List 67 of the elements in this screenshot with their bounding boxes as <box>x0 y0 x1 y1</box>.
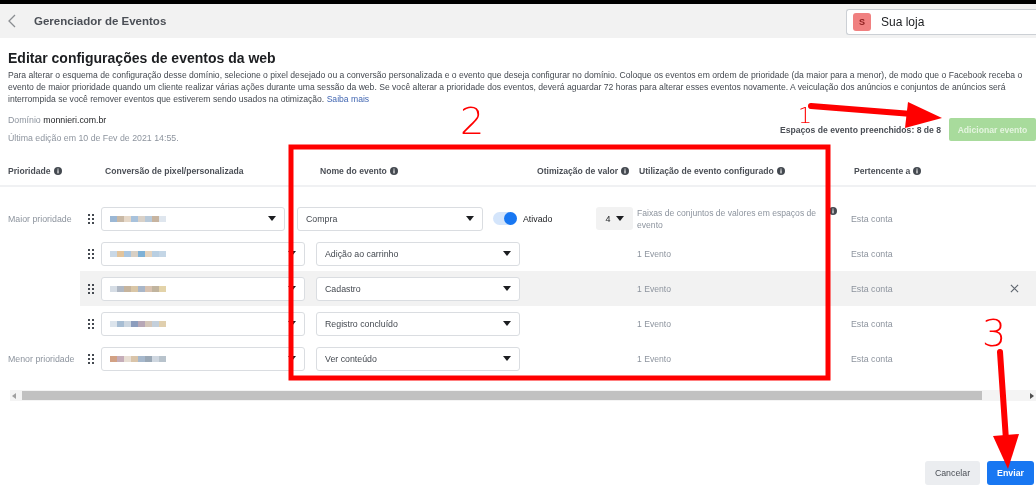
section-title: Editar configurações de eventos da web <box>8 50 277 66</box>
store-name: Sua loja <box>881 15 925 29</box>
scroll-right-icon[interactable] <box>1030 392 1034 399</box>
usage-text: 1 Evento <box>637 352 672 365</box>
blurred-value <box>110 215 166 222</box>
column-header: Otimização de valor <box>537 166 619 176</box>
caret-icon <box>503 356 511 361</box>
store-avatar: S <box>853 13 871 31</box>
last-edit-text: Última edição em 10 de Fev de 2021 14:55. <box>8 133 179 143</box>
drag-handle-icon[interactable] <box>88 318 94 329</box>
horizontal-scrollbar[interactable] <box>10 390 1036 401</box>
owner-text: Esta conta <box>851 318 894 329</box>
blurred-value <box>110 250 166 257</box>
back-icon[interactable] <box>8 14 16 28</box>
domain-label: Domínio monnieri.com.br <box>8 115 108 125</box>
usage-text: 1 Evento <box>637 247 672 260</box>
usage-text: Faixas de conjuntos de valores em espaços de evento <box>637 206 818 231</box>
caret-icon <box>503 251 511 256</box>
description: Para alterar o esquema de configuração desse domínio, selecione o pixel desejado ou a conversão personalizada e o evento que deseja configurar no domínio. Coloque os eventos em ordem de prioridade (da maior para a menor), de modo que o Facebook receba o evento de maior prioridade quando um cliente realizar várias ações durante uma sessão da web. Se você alterar a prioridade dos eventos, deverá aguardar 72 horas para alterar esses eventos novamente. A veiculação dos anúncios e conjuntos de anúncios será interrompida se você remover eventos que estiverem sendo usados na otimização. Saiba mais <box>8 69 1024 105</box>
page-title: Gerenciador de Eventos <box>34 15 167 27</box>
annotation-number: 2 <box>460 102 485 140</box>
column-header: Nome do evento <box>320 166 387 176</box>
pixel-dropdown[interactable] <box>101 276 305 301</box>
owner-text: Esta conta <box>851 213 894 224</box>
cancel-button[interactable]: Cancelar <box>924 461 981 485</box>
column-header: Prioridade <box>8 166 51 176</box>
drag-handle-icon[interactable] <box>88 248 94 259</box>
priority-label: Maior prioridade <box>7 213 73 224</box>
annotation-number: 3 <box>982 314 1007 352</box>
drag-handle-icon[interactable] <box>88 213 94 224</box>
pixel-dropdown[interactable] <box>101 346 305 371</box>
pixel-dropdown[interactable] <box>101 241 305 266</box>
owner-text: Esta conta <box>851 248 894 259</box>
caret-icon <box>503 286 511 291</box>
toggle-switch[interactable] <box>493 212 517 225</box>
column-header: Conversão de pixel/personalizada <box>105 166 244 176</box>
blurred-value <box>110 355 166 362</box>
priority-label: Menor prioridade <box>7 353 76 364</box>
column-header: Utilização de evento configurado <box>639 166 774 176</box>
event-dropdown[interactable]: Registro concluído <box>316 311 520 336</box>
annotation-number: 1 <box>798 106 812 125</box>
event-dropdown[interactable]: Ver conteúdo <box>316 346 520 371</box>
drag-handle-icon[interactable] <box>88 353 94 364</box>
toggle-label: Ativado <box>523 213 553 224</box>
owner-text: Esta conta <box>851 353 894 364</box>
caret-icon <box>615 216 624 221</box>
store-selector[interactable]: S Sua loja <box>846 9 1036 35</box>
close-icon[interactable] <box>1010 284 1019 293</box>
usage-text: 1 Evento <box>637 282 672 295</box>
submit-button[interactable]: Enviar <box>987 461 1034 485</box>
caret-icon <box>503 321 511 326</box>
pixel-dropdown[interactable] <box>101 311 305 336</box>
blurred-value <box>110 285 166 292</box>
caret-icon <box>466 216 474 221</box>
slots-count: Espaços de evento preenchidos: 8 de 8 <box>780 124 941 135</box>
owner-text: Esta conta <box>851 283 894 294</box>
value-sets-dropdown[interactable]: 4 <box>596 207 633 230</box>
event-dropdown[interactable]: Compra <box>297 206 483 231</box>
column-header: Pertencente a <box>854 166 911 176</box>
scroll-left-icon[interactable] <box>12 392 16 399</box>
caret-icon <box>268 216 276 221</box>
usage-text: 1 Evento <box>637 317 672 330</box>
blurred-value <box>110 320 166 327</box>
learn-more-link[interactable]: Saiba mais <box>326 94 370 104</box>
event-dropdown[interactable]: Cadastro <box>316 276 520 301</box>
drag-handle-icon[interactable] <box>88 283 94 294</box>
event-dropdown[interactable]: Adição ao carrinho <box>316 241 520 266</box>
